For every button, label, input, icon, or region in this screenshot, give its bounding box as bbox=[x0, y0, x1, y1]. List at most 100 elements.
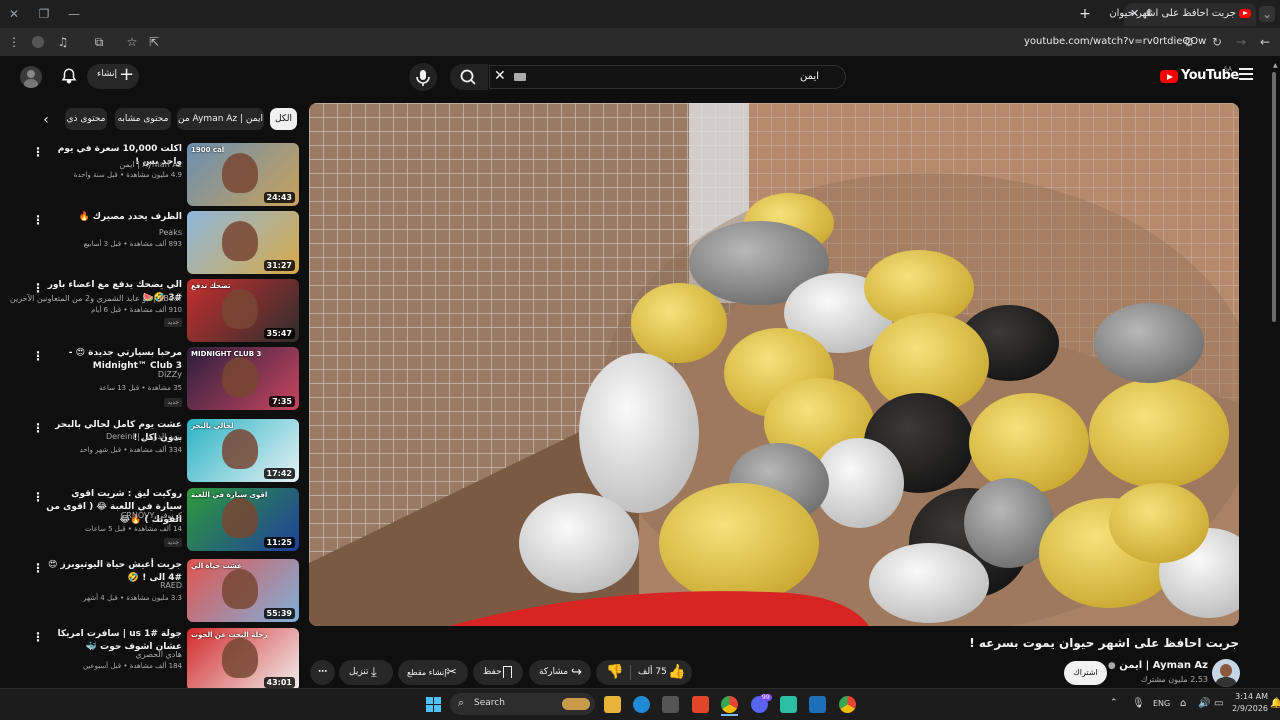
chip-item[interactable]: من Ayman Az | ايمن bbox=[177, 108, 264, 130]
thumbnail-caption: رحلة البحث عن الحوت bbox=[191, 631, 268, 639]
related-video-item[interactable]: ⋮ جولة us 1# | سافرت امريكا عشان اشوف حوت… bbox=[0, 628, 300, 692]
voice-search-button[interactable] bbox=[409, 63, 437, 91]
microphone-icon bbox=[416, 70, 430, 86]
clock-time[interactable]: 3:14 AM bbox=[1234, 692, 1268, 701]
browser-tab-active[interactable]: ✕ ◖ جربت احافظ على اشهر حيوان bbox=[1109, 3, 1256, 26]
page-scrollbar[interactable]: ▲ bbox=[1270, 60, 1278, 322]
more-options-icon[interactable]: ⋮ bbox=[32, 281, 44, 295]
like-icon[interactable]: 👍 bbox=[668, 660, 685, 685]
clip-button[interactable]: إنشاء مقطع ✂ bbox=[398, 660, 468, 685]
notification-center-icon[interactable]: 🔔 bbox=[1270, 698, 1280, 709]
edge-browser-icon[interactable] bbox=[633, 696, 650, 713]
keyboard-icon[interactable] bbox=[514, 73, 526, 81]
more-options-icon[interactable]: ⋮ bbox=[32, 630, 44, 644]
file-explorer-icon[interactable] bbox=[604, 696, 621, 713]
more-options-icon[interactable]: ⋮ bbox=[32, 145, 44, 159]
new-badge: جديد bbox=[164, 318, 182, 327]
search-input[interactable]: ✕ ايمن bbox=[489, 65, 846, 89]
related-video-channel: Peaks bbox=[158, 228, 182, 237]
new-badge: جديد bbox=[164, 398, 182, 407]
back-icon[interactable]: ← bbox=[1257, 34, 1273, 50]
chips-prev-icon[interactable]: ‹ bbox=[36, 110, 56, 130]
extensions-icon[interactable]: ⧉ bbox=[91, 34, 107, 50]
related-video-item[interactable]: ⋮ روكيت ليق : شريت اقوى سيارة في اللعبة 😂… bbox=[0, 488, 300, 552]
related-video-item[interactable]: ⋮ الظرف يحدد مصيرك 🔥 Peaks 893 ألف مشاهدة •… bbox=[0, 211, 300, 275]
related-video-thumbnail[interactable]: تضحك تدفع 35:47 bbox=[187, 279, 299, 342]
menu-dots-icon[interactable]: ⋮ bbox=[6, 34, 22, 50]
profile-avatar-icon[interactable] bbox=[30, 34, 46, 50]
related-video-item[interactable]: ⋮ الي يضحك يدفع مع اعضاء باور #3 🤣🍉 xBear … bbox=[0, 279, 300, 343]
bookmark-star-icon[interactable]: ☆ bbox=[124, 34, 140, 50]
microphone-tray-icon[interactable]: 🎙 bbox=[1132, 698, 1145, 709]
minimize-window-icon[interactable]: — bbox=[66, 6, 82, 22]
volume-icon[interactable]: 🔊 bbox=[1198, 698, 1210, 709]
brave-browser-icon[interactable] bbox=[692, 696, 709, 713]
reload-icon[interactable]: ↻ bbox=[1209, 34, 1225, 50]
media-control-icon[interactable]: ♫ bbox=[55, 34, 71, 50]
chip-item[interactable]: محتوى ذي bbox=[65, 108, 107, 130]
thumbnail-person bbox=[222, 357, 258, 397]
thumbnail-person bbox=[222, 153, 258, 193]
chrome-icon[interactable] bbox=[721, 696, 738, 713]
chrome-profile-icon[interactable] bbox=[839, 696, 856, 713]
subscribe-button[interactable]: اشتراك bbox=[1064, 661, 1107, 685]
related-video-item[interactable]: ⋮ عشت يوم كامل لحالي بالبحر بدون اكل ! يزي… bbox=[0, 419, 300, 483]
related-video-channel: يزيد الدريني | Dereini bbox=[105, 432, 182, 441]
store-icon[interactable] bbox=[662, 696, 679, 713]
notifications-icon[interactable] bbox=[60, 67, 78, 85]
channel-name[interactable]: Ayman Az | ايمن ● bbox=[1108, 660, 1208, 671]
battery-icon[interactable]: ▭ bbox=[1214, 698, 1223, 709]
tray-overflow-icon[interactable]: ⌃ bbox=[1110, 698, 1118, 708]
user-avatar[interactable] bbox=[20, 66, 42, 88]
related-video-item[interactable]: ⋮ مرحبا بسيارتي جديدة 😍 - Midnight™ Club … bbox=[0, 347, 300, 411]
related-video-meta: 4.9 مليون مشاهدة • قبل سنة واحدة bbox=[73, 171, 182, 179]
more-options-icon[interactable]: ⋮ bbox=[32, 490, 44, 504]
download-button[interactable]: تنزيل ⤓ bbox=[339, 660, 393, 685]
hamburger-menu-icon[interactable] bbox=[1239, 68, 1253, 80]
related-video-item[interactable]: ⋮ جربت أعيش حياة اليوتيوبرز 😍 #4 الى ! 🤣 R… bbox=[0, 559, 300, 623]
more-actions-icon[interactable]: ⋯ bbox=[310, 660, 335, 685]
related-video-thumbnail[interactable]: لحالي بالبحر 17:42 bbox=[187, 419, 299, 482]
related-video-thumbnail[interactable]: عشت حياة الي 55:39 bbox=[187, 559, 299, 622]
close-window-icon[interactable]: ✕ bbox=[6, 6, 22, 22]
address-bar[interactable]: youtube.com/watch?v=rv0rtdieQOw bbox=[1024, 36, 1206, 47]
search-button[interactable] bbox=[450, 64, 488, 90]
security-app-icon[interactable] bbox=[809, 696, 826, 713]
clock-date[interactable]: 2/9/2026 bbox=[1230, 704, 1268, 713]
more-options-icon[interactable]: ⋮ bbox=[32, 421, 44, 435]
related-video-thumbnail[interactable]: 1900 cal 24:43 bbox=[187, 143, 299, 206]
share-page-icon[interactable]: ⇱ bbox=[146, 34, 162, 50]
channel-avatar[interactable] bbox=[1212, 659, 1240, 687]
dislike-icon[interactable]: 👎 bbox=[606, 660, 623, 685]
related-video-channel: هادي الحصري bbox=[135, 650, 182, 659]
chip-item[interactable]: محتوى مشابه bbox=[115, 108, 171, 130]
restore-window-icon[interactable]: ❐ bbox=[36, 6, 52, 22]
video-duration: 7:35 bbox=[269, 396, 295, 407]
windows-start-icon[interactable] bbox=[426, 697, 442, 713]
more-options-icon[interactable]: ⋮ bbox=[32, 213, 44, 227]
thumbnail-person bbox=[222, 221, 258, 261]
site-settings-icon[interactable]: ⚙ bbox=[1181, 34, 1197, 50]
video-duration: 35:47 bbox=[263, 328, 295, 339]
like-count[interactable]: 75 ألف bbox=[638, 660, 667, 685]
related-video-thumbnail[interactable]: 31:27 bbox=[187, 211, 299, 274]
related-video-thumbnail[interactable]: رحلة البحث عن الحوت 43:01 bbox=[187, 628, 299, 691]
related-video-thumbnail[interactable]: اقوى سيارة في اللعبة 11:25 bbox=[187, 488, 299, 551]
new-tab-icon[interactable]: + bbox=[1077, 6, 1093, 22]
save-button[interactable]: حفظ bbox=[473, 660, 523, 685]
more-options-icon[interactable]: ⋮ bbox=[32, 561, 44, 575]
taskbar-search[interactable]: ⌕ Search bbox=[450, 693, 595, 715]
related-video-item[interactable]: ⋮ اكلت 10,000 سعرة في يوم واحد بس ! Ayman … bbox=[0, 143, 300, 207]
more-options-icon[interactable]: ⋮ bbox=[32, 349, 44, 363]
network-icon[interactable]: ⌂ bbox=[1180, 698, 1186, 709]
video-player[interactable] bbox=[309, 103, 1239, 626]
clear-search-icon[interactable]: ✕ bbox=[494, 68, 506, 84]
related-video-thumbnail[interactable]: MIDNIGHT CLUB 3 7:35 bbox=[187, 347, 299, 410]
chip-all[interactable]: الكل bbox=[270, 108, 297, 130]
forward-icon[interactable]: → bbox=[1233, 34, 1249, 50]
create-button[interactable]: إنشاء + bbox=[87, 64, 139, 89]
language-indicator[interactable]: ENG bbox=[1153, 699, 1170, 708]
share-button[interactable]: مشاركة ↪ bbox=[529, 660, 591, 685]
tab-search-icon[interactable]: ⌄ bbox=[1259, 6, 1275, 22]
chat-app-icon[interactable] bbox=[780, 696, 797, 713]
